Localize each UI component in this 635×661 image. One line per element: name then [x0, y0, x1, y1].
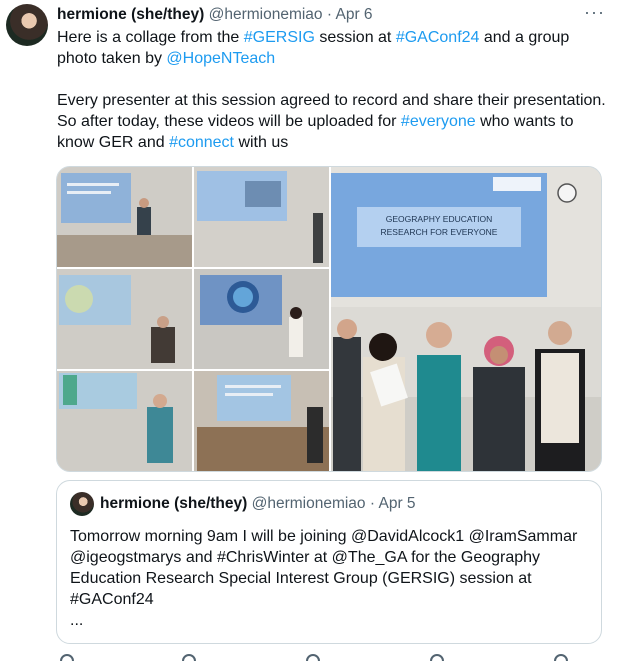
more-options-icon[interactable]: ··· — [584, 2, 605, 23]
tweet-text: Here is a collage from the #GERSIG sessi… — [57, 27, 612, 153]
avatar[interactable] — [6, 4, 48, 46]
reply-icon[interactable] — [60, 654, 74, 661]
tweet-paragraph-2: Every presenter at this session agreed t… — [57, 90, 612, 153]
quoted-author-handle: @hermionemiao — [251, 495, 366, 512]
hashtag-link[interactable]: @HopeNTeach — [166, 50, 275, 67]
quoted-line: ... — [70, 612, 84, 629]
tweet-text-segment: session at — [314, 29, 396, 46]
slide-title-line-2: RESEARCH FOR EVERYONE — [381, 227, 498, 237]
tweet-paragraph-1: Here is a collage from the #GERSIG sessi… — [57, 27, 612, 69]
quoted-tweet-date: Apr 5 — [378, 495, 416, 512]
like-icon[interactable] — [306, 654, 320, 661]
separator-dot: · — [326, 6, 333, 23]
separator-dot: · — [369, 495, 376, 512]
photo-collage: GEOGRAPHY EDUCATION RESEARCH FOR EVERYON… — [57, 167, 602, 472]
quoted-avatar — [70, 492, 94, 516]
share-icon[interactable] — [554, 654, 568, 661]
hashtag-link[interactable]: #everyone — [401, 113, 476, 130]
author-handle[interactable]: @hermionemiao — [209, 6, 323, 23]
quoted-tweet-header: hermione (she/they) @hermionemiao · Apr … — [100, 494, 416, 514]
tweet-text-segment: Here is a collage from the — [57, 29, 244, 46]
retweet-icon[interactable] — [182, 654, 196, 661]
hashtag-link[interactable]: #GAConf24 — [396, 29, 480, 46]
quoted-tweet-text: Tomorrow morning 9am I will be joining @… — [70, 526, 590, 631]
group-photo[interactable]: GEOGRAPHY EDUCATION RESEARCH FOR EVERYON… — [331, 167, 602, 472]
quoted-line: Tomorrow morning 9am I will be joining @… — [70, 528, 578, 545]
tweet-header: hermione (she/they) @hermionemiao · Apr … — [57, 5, 373, 25]
quoted-tweet[interactable]: hermione (she/they) @hermionemiao · Apr … — [56, 480, 602, 644]
photo-grid[interactable]: GEOGRAPHY EDUCATION RESEARCH FOR EVERYON… — [56, 166, 602, 472]
slide-title-line-1: GEOGRAPHY EDUCATION — [386, 214, 492, 224]
author-name[interactable]: hermione (she/they) — [57, 6, 204, 23]
hashtag-link[interactable]: #GERSIG — [244, 29, 315, 46]
quoted-line: @igeogstmarys and #ChrisWinter at @The_G… — [70, 549, 541, 566]
views-icon[interactable] — [430, 654, 444, 661]
quoted-author-name: hermione (she/they) — [100, 495, 248, 512]
tweet: hermione (she/they) @hermionemiao · Apr … — [0, 0, 635, 661]
tweet-text-segment: with us — [234, 134, 289, 151]
collage-image[interactable] — [57, 167, 329, 472]
quoted-line: Education Research Special Interest Grou… — [70, 570, 532, 587]
tweet-date[interactable]: Apr 6 — [335, 6, 372, 23]
hashtag-link[interactable]: #connect — [169, 134, 234, 151]
quoted-line: #GAConf24 — [70, 591, 154, 608]
action-bar — [56, 654, 602, 661]
